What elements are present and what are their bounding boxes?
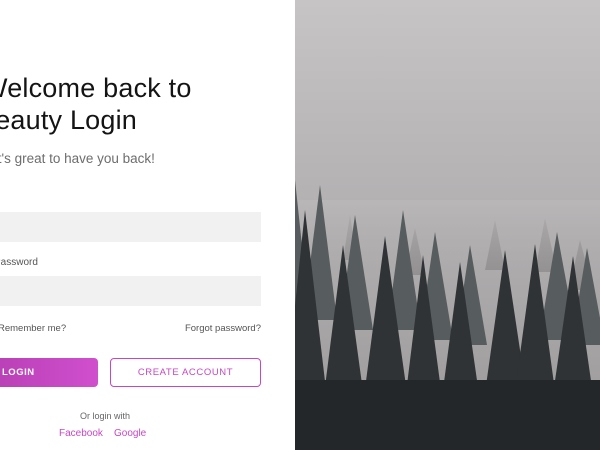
hero-image-forest <box>295 0 600 450</box>
create-account-button[interactable]: CREATE ACCOUNT <box>110 358 261 387</box>
title-line-2: Beauty Login <box>0 105 138 135</box>
title-line-1: Welcome back to <box>0 73 192 103</box>
password-field[interactable] <box>0 276 261 306</box>
email-field[interactable] <box>0 212 261 242</box>
forgot-password-link[interactable]: Forgot password? <box>185 323 261 334</box>
subtitle: It's great to have you back! <box>0 151 155 166</box>
forest-illustration <box>295 0 600 450</box>
login-button[interactable]: LOGIN <box>0 358 98 387</box>
page-title: Welcome back to Beauty Login <box>0 72 295 136</box>
google-login-link[interactable]: Google <box>114 428 146 439</box>
remember-me-checkbox[interactable]: Remember me? <box>0 323 66 334</box>
or-login-with-text: Or login with <box>79 411 131 421</box>
facebook-login-link[interactable]: Facebook <box>59 428 103 439</box>
password-label: Password <box>0 257 38 268</box>
login-panel: Welcome back to Beauty Login It's great … <box>0 0 295 450</box>
